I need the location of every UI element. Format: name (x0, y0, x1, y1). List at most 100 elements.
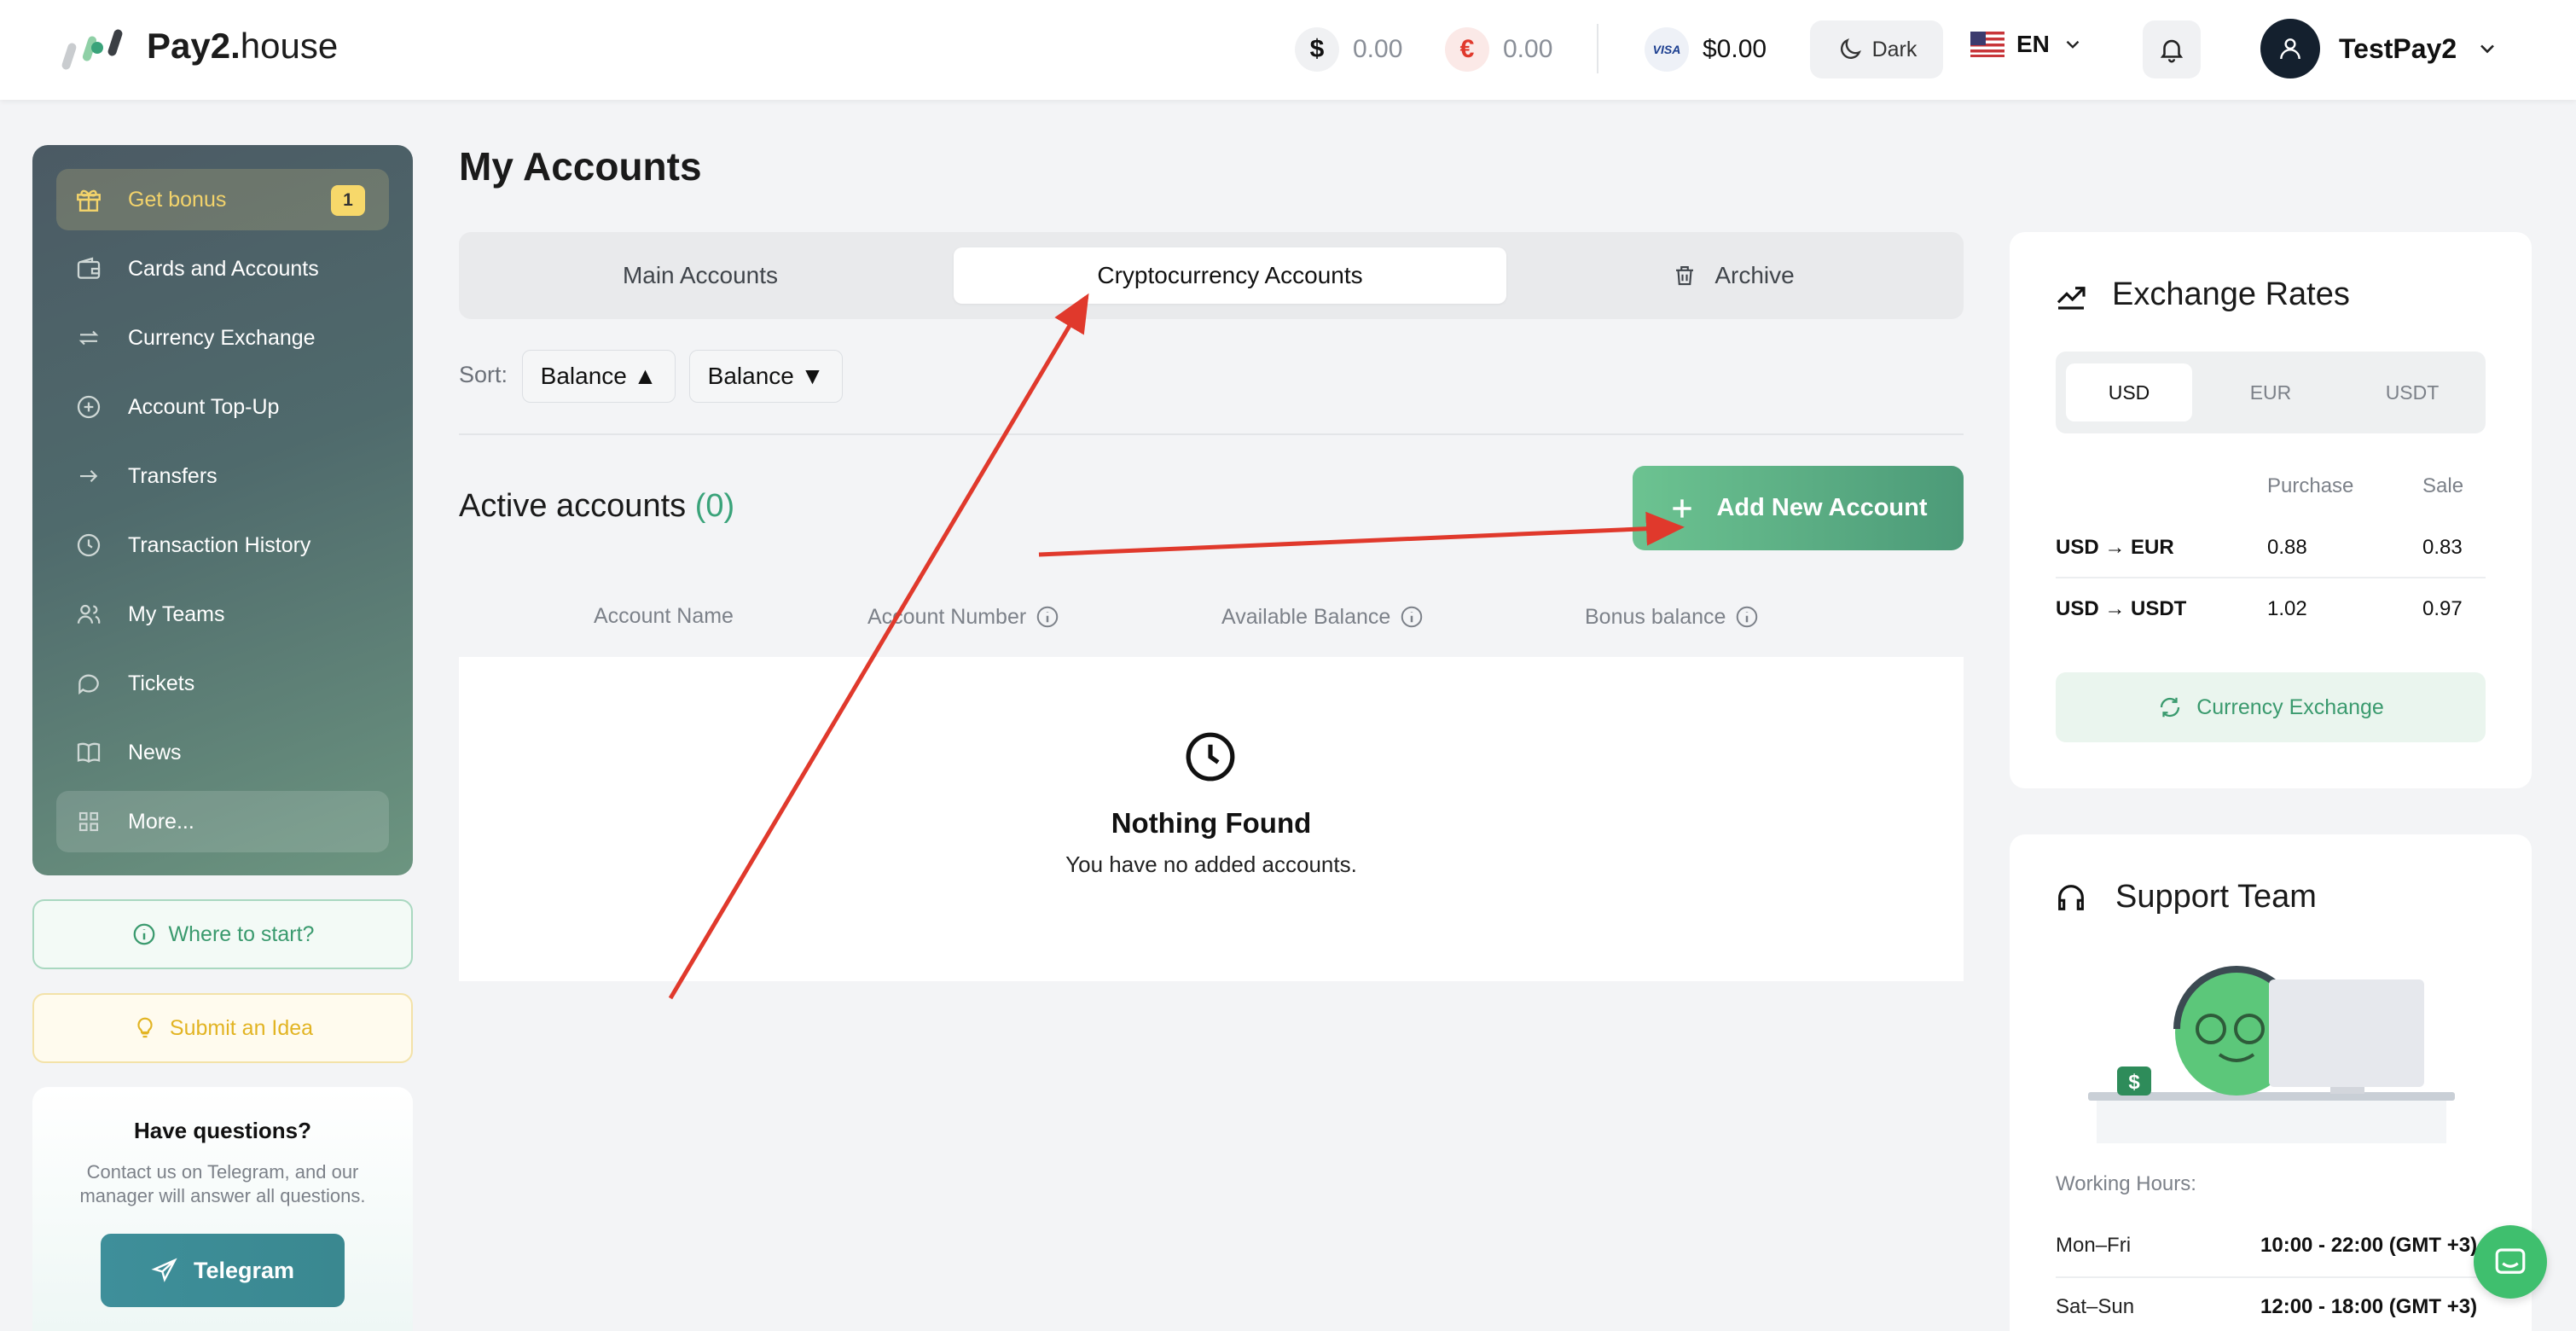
currency-exchange-label: Currency Exchange (2196, 695, 2384, 719)
language-label: EN (2016, 31, 2050, 57)
sort-balance-desc-button[interactable]: Balance ▼ (689, 350, 843, 403)
euro-icon: € (1445, 27, 1489, 72)
info-icon[interactable] (1035, 604, 1060, 630)
tab-archive[interactable]: Archive (1520, 247, 1947, 304)
column-label: Account Number (867, 604, 1027, 629)
tab-eur[interactable]: EUR (2208, 363, 2334, 421)
column-bonus-balance: Bonus balance (1585, 604, 1760, 630)
logo-bold: Pay2. (147, 26, 241, 66)
card-balance[interactable]: VISA $0.00 (1645, 26, 1767, 73)
theme-toggle-button[interactable]: Dark (1810, 20, 1943, 78)
add-new-account-button[interactable]: Add New Account (1633, 466, 1964, 550)
sidebar-item-cards-accounts[interactable]: Cards and Accounts (56, 238, 389, 299)
questions-text: Contact us on Telegram, and our manager … (79, 1161, 366, 1206)
trash-icon (1676, 265, 1694, 286)
book-icon (73, 737, 104, 768)
sidebar-item-tickets[interactable]: Tickets (56, 653, 389, 714)
column-account-number: Account Number (867, 604, 1060, 630)
chevron-down-icon (2066, 40, 2080, 49)
theme-label: Dark (1871, 37, 1917, 61)
add-new-account-label: Add New Account (1716, 494, 1928, 521)
tab-cryptocurrency-accounts[interactable]: Cryptocurrency Accounts (954, 247, 1506, 304)
eur-balance[interactable]: € 0.00 (1445, 26, 1552, 73)
dollar-icon: $ (1295, 27, 1339, 72)
gift-icon (73, 184, 104, 215)
tab-label: USD (2108, 381, 2150, 404)
hours-days: Mon–Fri (2056, 1234, 2132, 1257)
sidebar-item-label: Transaction History (128, 532, 311, 557)
logo-icon[interactable] (60, 29, 130, 72)
bell-icon (2160, 39, 2184, 63)
sidebar-item-currency-exchange[interactable]: Currency Exchange (56, 307, 389, 369)
headphones-icon (2058, 885, 2084, 910)
info-icon[interactable] (1734, 604, 1760, 630)
working-hours-label: Working Hours: (2056, 1172, 2196, 1195)
where-to-start-button[interactable]: Where to start? (32, 899, 413, 969)
moon-icon (1840, 38, 1861, 59)
column-label: Available Balance (1221, 604, 1391, 629)
grid-icon (73, 806, 104, 837)
currency-tabs: USD EUR USDT (2056, 352, 2486, 433)
sidebar-item-label: Account Top-Up (128, 394, 280, 419)
usd-balance-value: 0.00 (1353, 35, 1403, 63)
sidebar-item-get-bonus[interactable]: Get bonus 1 (56, 169, 389, 230)
sidebar-item-transaction-history[interactable]: Transaction History (56, 514, 389, 576)
sidebar-item-label: News (128, 740, 182, 764)
clock-icon (73, 530, 104, 561)
users-icon (73, 599, 104, 630)
tab-usdt[interactable]: USDT (2349, 363, 2475, 421)
card-balance-value: $0.00 (1703, 35, 1767, 63)
column-account-name: Account Name (594, 604, 734, 629)
sidebar-item-more[interactable]: More... (56, 791, 389, 852)
trending-up-icon (2057, 287, 2086, 310)
rate-row: USD → EUR 0.88 0.83 (2056, 519, 2486, 578)
where-to-start-label: Where to start? (168, 921, 315, 946)
bonus-count-badge: 1 (331, 185, 365, 216)
tab-usd[interactable]: USD (2066, 363, 2192, 421)
telegram-button[interactable]: Telegram (101, 1234, 345, 1307)
info-icon[interactable] (1399, 604, 1424, 630)
user-menu[interactable]: TestPay2 (2260, 19, 2499, 78)
send-icon (151, 1258, 177, 1282)
sidebar-item-transfers[interactable]: Transfers (56, 445, 389, 507)
sidebar-item-my-teams[interactable]: My Teams (56, 584, 389, 645)
section-divider (459, 433, 1964, 435)
active-accounts-heading: Active accounts (0) (459, 488, 734, 525)
currency-exchange-button[interactable]: Currency Exchange (2056, 672, 2486, 742)
live-chat-button[interactable] (2474, 1225, 2547, 1299)
avatar (2260, 19, 2320, 78)
sidebar-item-label: Tickets (128, 671, 195, 695)
rate-purchase: 1.02 (2267, 597, 2307, 620)
submit-idea-button[interactable]: Submit an Idea (32, 993, 413, 1063)
us-flag-icon (1970, 32, 2005, 57)
tab-label: Archive (1714, 262, 1795, 288)
top-header: Pay2.house $ 0.00 € 0.00 VISA $0.00 Dark… (0, 0, 2576, 100)
rate-purchase: 0.88 (2267, 536, 2307, 559)
tab-label: USDT (2385, 381, 2440, 404)
tab-label: Main Accounts (622, 262, 779, 288)
sidebar-nav: Get bonus 1 Cards and Accounts Currency … (32, 145, 413, 875)
logo-wordmark[interactable]: Pay2.house (147, 26, 338, 67)
empty-state: Nothing Found You have no added accounts… (459, 657, 1964, 981)
user-icon (2280, 38, 2300, 60)
sort-balance-asc-button[interactable]: Balance ▲ (522, 350, 676, 403)
usd-balance[interactable]: $ 0.00 (1295, 26, 1402, 73)
questions-card: Have questions? Contact us on Telegram, … (32, 1087, 413, 1331)
sidebar-item-account-topup[interactable]: Account Top-Up (56, 376, 389, 438)
clock-icon (1186, 732, 1235, 782)
empty-state-title: Nothing Found (1111, 807, 1312, 839)
chevron-down-icon (2480, 44, 2495, 54)
hours-divider (2056, 1276, 2486, 1278)
column-available-balance: Available Balance (1221, 604, 1424, 630)
sidebar-item-label: Currency Exchange (128, 325, 316, 350)
sidebar-item-news[interactable]: News (56, 722, 389, 783)
tab-label: Cryptocurrency Accounts (1097, 262, 1363, 288)
telegram-label: Telegram (193, 1257, 295, 1283)
tab-main-accounts[interactable]: Main Accounts (474, 247, 926, 304)
logo-light: house (240, 26, 339, 66)
notifications-button[interactable] (2143, 20, 2201, 78)
language-selector[interactable]: EN (1970, 31, 2084, 58)
arrow-to-add-account (1038, 511, 1685, 557)
exchange-arrows-icon (73, 323, 104, 353)
svg-text:$: $ (2128, 1071, 2140, 1094)
